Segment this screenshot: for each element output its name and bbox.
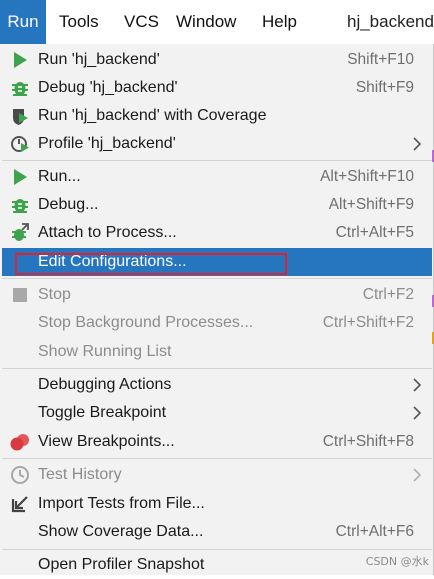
- separator: [2, 549, 432, 550]
- profile-icon: [11, 136, 29, 152]
- menu-item-run[interactable]: Run... Alt+Shift+F10: [2, 163, 432, 191]
- separator: [2, 368, 432, 369]
- chevron-right-icon: [413, 137, 422, 151]
- menu-window[interactable]: Window: [176, 0, 236, 44]
- menu-run[interactable]: Run: [0, 0, 46, 44]
- attach-icon: [12, 223, 29, 241]
- breakpoints-icon: [10, 434, 29, 451]
- debug-icon: [12, 82, 28, 96]
- highlight-annotation: [15, 253, 287, 275]
- menu-item-show-running-list[interactable]: Show Running List: [2, 338, 432, 366]
- menu-item-debug-project[interactable]: Debug 'hj_backend' Shift+F9: [2, 74, 432, 102]
- chevron-right-icon: [413, 468, 422, 482]
- stop-icon: [13, 288, 27, 302]
- clock-icon: [11, 466, 29, 484]
- import-icon: [11, 496, 28, 513]
- menu-item-debugging-actions[interactable]: Debugging Actions: [2, 371, 432, 399]
- watermark: CSDN @水k: [365, 555, 429, 568]
- menu-tools[interactable]: Tools: [59, 0, 99, 44]
- chevron-right-icon: [413, 406, 422, 420]
- project-title: hj_backend: [347, 12, 434, 31]
- chevron-right-icon: [413, 378, 422, 392]
- menu-item-debug[interactable]: Debug... Alt+Shift+F9: [2, 191, 432, 219]
- coverage-icon: [13, 109, 28, 125]
- menu-help[interactable]: Help: [262, 0, 297, 44]
- separator: [2, 458, 432, 459]
- run-icon: [14, 169, 27, 185]
- menu-item-stop-background[interactable]: Stop Background Processes... Ctrl+Shift+…: [2, 309, 432, 337]
- separator: [2, 160, 432, 161]
- menu-item-run-project[interactable]: Run 'hj_backend' Shift+F10: [2, 46, 432, 74]
- menu-item-attach-to-process[interactable]: Attach to Process... Ctrl+Alt+F5: [2, 219, 432, 247]
- run-icon: [14, 52, 27, 68]
- menu-item-import-tests[interactable]: Import Tests from File...: [2, 490, 432, 518]
- menu-item-view-breakpoints[interactable]: View Breakpoints... Ctrl+Shift+F8: [2, 428, 432, 456]
- separator: [2, 278, 432, 279]
- menu-bar: Run Tools VCS Window Help hj_backend: [0, 0, 434, 45]
- menu-item-toggle-breakpoint[interactable]: Toggle Breakpoint: [2, 399, 432, 427]
- menu-item-test-history[interactable]: Test History: [2, 461, 432, 489]
- debug-icon: [12, 199, 28, 213]
- run-dropdown-menu: Run 'hj_backend' Shift+F10 Debug 'hj_bac…: [0, 44, 434, 575]
- menu-item-profile-project[interactable]: Profile 'hj_backend': [2, 130, 432, 158]
- menu-item-run-with-coverage[interactable]: Run 'hj_backend' with Coverage: [2, 102, 432, 130]
- menu-item-show-coverage-data[interactable]: Show Coverage Data... Ctrl+Alt+F6: [2, 518, 432, 546]
- menu-vcs[interactable]: VCS: [124, 0, 159, 44]
- menu-item-stop[interactable]: Stop Ctrl+F2: [2, 281, 432, 309]
